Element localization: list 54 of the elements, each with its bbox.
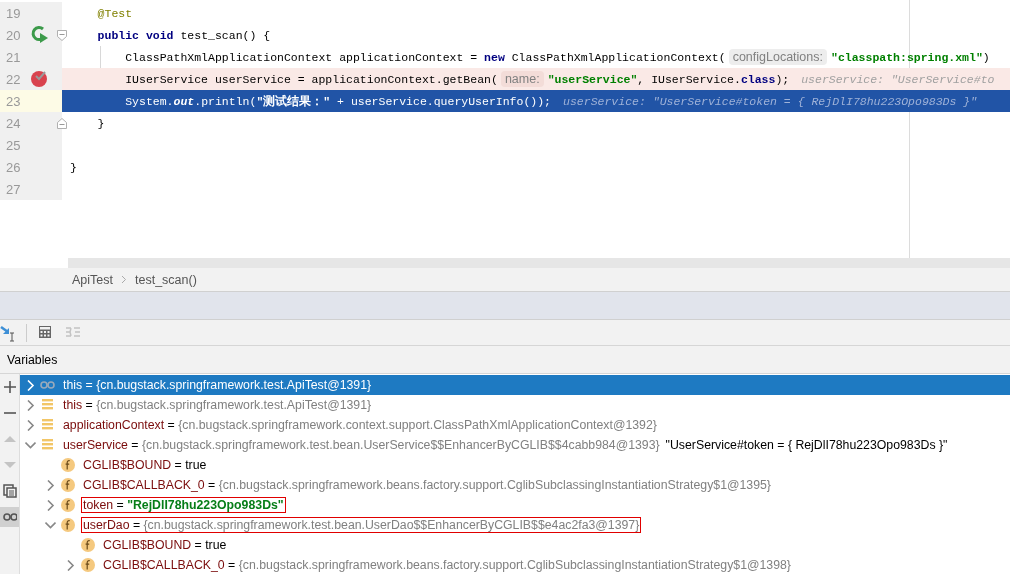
breadcrumb-item[interactable]: test_scan() bbox=[135, 272, 197, 287]
code-text: IUserService userService = applicationContext.getBean( bbox=[124, 72, 498, 86]
code-text: System.out.println("测试结果：" + userService.queryUserInfo()); bbox=[124, 93, 552, 109]
chevron-icon bbox=[121, 275, 127, 284]
field-icon bbox=[60, 517, 76, 533]
code-text: "classpath:spring.xml") bbox=[831, 50, 990, 64]
copy-button[interactable] bbox=[0, 481, 19, 501]
code-text: public void test_scan() { bbox=[96, 28, 271, 42]
field-icon bbox=[60, 457, 76, 473]
line-number: 20 bbox=[5, 27, 22, 43]
variable-text: applicationContext = {cn.bugstack.springframework.context.support.ClassPathXmlApplicationContext@1392} bbox=[62, 417, 658, 433]
highlighted-variable: userDao = {cn.bugstack.springframework.test.bean.UserDao$$EnhancerByCGLIB$$e4ac2fa3@1397} bbox=[81, 517, 642, 533]
add-icon bbox=[2, 380, 17, 394]
variable-text: CGLIB$CALLBACK_0 = {cn.bugstack.springframework.beans.factory.support.CglibSubclassingInstantiationStrategy$1@1398} bbox=[102, 557, 792, 573]
code-text: "userService", IUserService.class); bbox=[547, 72, 790, 86]
variable-text: this = {cn.bugstack.springframework.test.ApiTest@1391} bbox=[62, 397, 373, 413]
line-number: 26 bbox=[5, 159, 22, 175]
variable-description: "UserService#token = { RejDlI78hu223Opo983Ds }" bbox=[665, 438, 948, 452]
variable-text: CGLIB$CALLBACK_0 = {cn.bugstack.springframework.beans.factory.support.CglibSubclassingInstantiationStrategy$1@1395} bbox=[82, 477, 772, 493]
horizontal-scrollbar[interactable] bbox=[68, 258, 1010, 268]
field-icon bbox=[60, 497, 76, 513]
line-number: 24 bbox=[5, 115, 22, 131]
line-number: 25 bbox=[5, 137, 22, 153]
code-text: } bbox=[96, 116, 105, 130]
line-number: 21 bbox=[5, 49, 22, 65]
code-text: @Test bbox=[96, 6, 133, 20]
field-icon bbox=[60, 477, 76, 493]
highlighted-variable: token = "RejDlI78hu223Opo983Ds" bbox=[81, 497, 286, 513]
variable-text: userService = {cn.bugstack.springframework.test.bean.UserService$$EnhancerByCGLIB$$4cabb984@1393} bbox=[62, 437, 661, 453]
breakpoint-icon[interactable] bbox=[30, 69, 50, 89]
code-text: } bbox=[70, 160, 77, 174]
variable-text: CGLIB$BOUND = true bbox=[102, 537, 228, 553]
glasses-button[interactable] bbox=[0, 507, 19, 527]
inline-value: userService: "UserService#to bbox=[801, 72, 995, 86]
glasses-icon bbox=[2, 510, 17, 524]
field-icon bbox=[80, 557, 96, 573]
panel-title: Variables bbox=[0, 346, 1010, 374]
variable-text: this = {cn.bugstack.springframework.test.ApiTest@1391} bbox=[62, 377, 373, 393]
field-icon bbox=[80, 537, 96, 553]
parameter-hint: name: bbox=[500, 71, 544, 87]
line-number: 23 bbox=[5, 93, 22, 109]
parameter-hint: configLocations: bbox=[728, 49, 827, 65]
breadcrumb-item[interactable]: ApiTest bbox=[72, 272, 113, 287]
line-number: 27 bbox=[5, 181, 22, 197]
fold-icon[interactable] bbox=[56, 29, 68, 42]
line-number: 19 bbox=[5, 5, 22, 21]
fold-icon[interactable] bbox=[56, 117, 68, 130]
run-to-cursor-icon bbox=[0, 323, 16, 342]
variable-text: CGLIB$BOUND = true bbox=[82, 457, 208, 473]
selected-row[interactable]: this = {cn.bugstack.springframework.test.ApiTest@1391} bbox=[20, 375, 1010, 395]
run-icon[interactable] bbox=[30, 25, 50, 45]
code-text: ClassPathXmlApplicationContext applicationContext = new ClassPathXmlApplicationContext( bbox=[124, 50, 726, 64]
inline-value: userService: "UserService#token = { RejDlI78hu223Opo983Ds }" bbox=[563, 94, 978, 108]
line-number: 22 bbox=[5, 71, 22, 87]
